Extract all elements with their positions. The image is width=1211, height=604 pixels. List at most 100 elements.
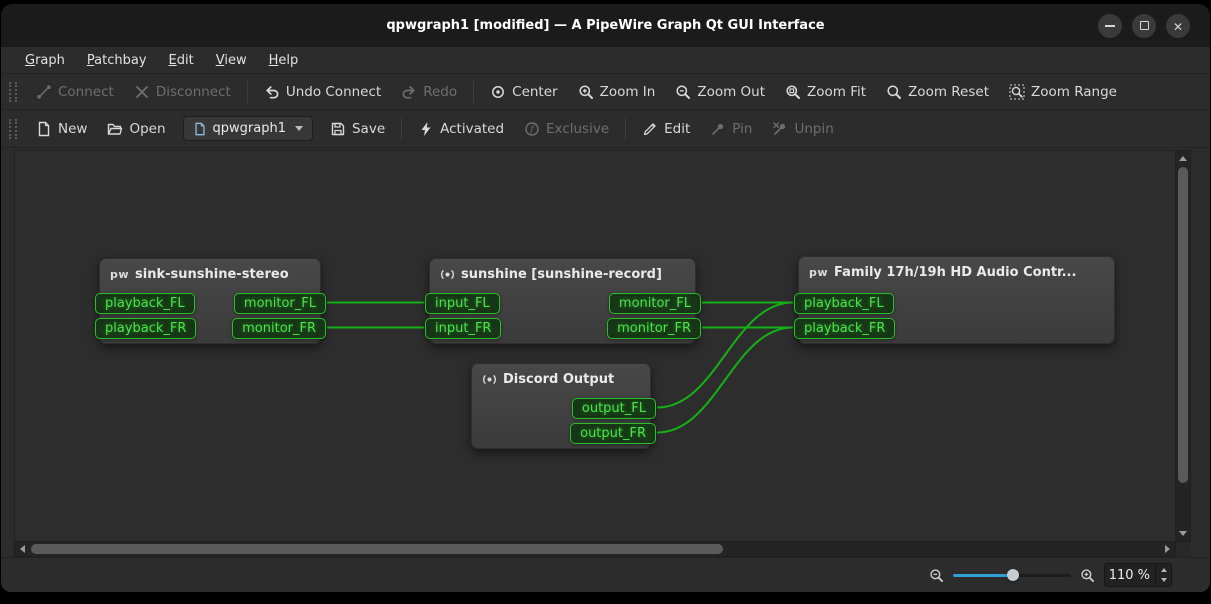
patchbay-toolbar: New Open qpwgraph1 Save Activated f Excl… <box>1 110 1210 148</box>
horizontal-scroll-track[interactable] <box>29 542 1161 556</box>
node-title: Discord Output <box>503 372 614 387</box>
zoom-spinbox[interactable]: 110 % <box>1104 563 1172 587</box>
save-button[interactable]: Save <box>321 115 394 143</box>
menu-patchbay-rest: atchbay <box>94 53 146 68</box>
titlebar[interactable]: qpwgraph1 [modified] — A PipeWire Graph … <box>1 4 1210 47</box>
center-icon <box>490 84 506 100</box>
zoom-out-label: Zoom Out <box>697 84 765 100</box>
graph-toolbar: Connect Disconnect Undo Connect Redo Cen… <box>1 74 1210 110</box>
node-family-hd-audio[interactable]: Family 17h/19h HD Audio Contr... playbac… <box>798 256 1115 344</box>
node-discord-output[interactable]: Discord Output output_FL output_FR <box>471 363 651 449</box>
toolbar-drag-handle[interactable] <box>9 82 17 102</box>
exclusive-button[interactable]: f Exclusive <box>515 115 618 143</box>
record-icon <box>440 267 455 282</box>
zoom-in-icon <box>1080 568 1095 583</box>
zoom-out-icon <box>675 84 691 100</box>
activated-button[interactable]: Activated <box>409 115 513 143</box>
maximize-icon <box>1140 21 1149 30</box>
port-output_FL[interactable]: output_FL <box>572 398 656 419</box>
disconnect-button[interactable]: Disconnect <box>125 78 240 106</box>
save-icon <box>330 121 346 137</box>
graph-canvas[interactable]: sink-sunshine-stereo playback_FL playbac… <box>14 150 1176 542</box>
port-input_FL[interactable]: input_FL <box>425 293 500 314</box>
scroll-right-button[interactable] <box>1161 542 1175 556</box>
menu-help-mnemonic: H <box>269 53 279 68</box>
arrow-down-icon <box>1179 531 1187 540</box>
maximize-button[interactable] <box>1132 14 1156 38</box>
menubar: Graph Patchbay Edit View Help <box>1 47 1210 74</box>
toolbar-drag-handle[interactable] <box>9 119 17 139</box>
menu-patchbay[interactable]: Patchbay <box>77 50 157 71</box>
node-sink-sunshine-stereo[interactable]: sink-sunshine-stereo playback_FL playbac… <box>99 258 321 344</box>
zoom-fit-button[interactable]: Zoom Fit <box>776 78 875 106</box>
connect-label: Connect <box>58 84 114 100</box>
arrow-right-icon <box>1165 545 1174 553</box>
port-playback_FR[interactable]: playback_FR <box>95 318 196 339</box>
edit-label: Edit <box>664 121 690 137</box>
connect-icon <box>36 84 52 100</box>
node-sunshine[interactable]: sunshine [sunshine-record] input_FL inpu… <box>429 258 696 344</box>
horizontal-scroll-thumb[interactable] <box>31 544 723 554</box>
patchbay-select[interactable]: qpwgraph1 <box>183 116 313 141</box>
scroll-up-button[interactable] <box>1176 151 1190 165</box>
scroll-down-button[interactable] <box>1176 527 1190 541</box>
statusbar: 110 % <box>1 557 1210 592</box>
activated-label: Activated <box>440 121 504 137</box>
new-button[interactable]: New <box>27 115 96 143</box>
zoom-spin-down-button[interactable] <box>1156 575 1171 586</box>
unpin-button[interactable]: Unpin <box>763 115 842 143</box>
zoom-reset-button[interactable]: Zoom Reset <box>877 78 998 106</box>
zoom-value: 110 % <box>1105 564 1155 586</box>
port-monitor_FR[interactable]: monitor_FR <box>607 318 701 339</box>
zoom-spin-up-button[interactable] <box>1156 564 1171 575</box>
menu-view-rest: iew <box>224 53 246 68</box>
node-title: sink-sunshine-stereo <box>135 267 289 282</box>
patchbay-select-value: qpwgraph1 <box>213 121 286 136</box>
horizontal-scrollbar[interactable] <box>14 542 1176 557</box>
scrollbar-corner <box>1176 542 1191 557</box>
close-button[interactable] <box>1166 14 1190 38</box>
save-label: Save <box>352 121 385 137</box>
zoom-slider[interactable] <box>953 567 1071 583</box>
menu-edit-mnemonic: E <box>169 53 177 68</box>
menu-graph-rest: raph <box>35 53 65 68</box>
vertical-scroll-thumb[interactable] <box>1178 167 1188 483</box>
menu-help[interactable]: Help <box>259 50 309 71</box>
redo-button[interactable]: Redo <box>392 78 466 106</box>
port-playback_FL[interactable]: playback_FL <box>794 293 894 314</box>
open-button[interactable]: Open <box>98 115 174 143</box>
edit-button[interactable]: Edit <box>633 115 699 143</box>
patchbay-file-icon <box>193 122 207 136</box>
new-file-icon <box>36 121 52 137</box>
menu-view[interactable]: View <box>206 50 257 71</box>
port-playback_FR[interactable]: playback_FR <box>794 318 895 339</box>
center-button[interactable]: Center <box>481 78 566 106</box>
node-title: sunshine [sunshine-record] <box>461 267 662 282</box>
connect-button[interactable]: Connect <box>27 78 123 106</box>
pipewire-icon <box>110 268 129 281</box>
menu-edit[interactable]: Edit <box>159 50 204 71</box>
zoom-range-button[interactable]: Zoom Range <box>1000 78 1126 106</box>
pin-button[interactable]: Pin <box>701 115 761 143</box>
vertical-scrollbar[interactable] <box>1176 150 1191 542</box>
port-output_FR[interactable]: output_FR <box>570 423 656 444</box>
minimize-button[interactable] <box>1098 14 1122 38</box>
port-input_FR[interactable]: input_FR <box>425 318 501 339</box>
exclusive-icon: f <box>524 121 540 137</box>
spin-arrows <box>1155 564 1171 586</box>
menu-graph[interactable]: Graph <box>15 50 75 71</box>
undo-connect-label: Undo Connect <box>286 84 381 100</box>
arrow-left-icon <box>16 545 25 553</box>
node-header: sink-sunshine-stereo <box>100 259 320 286</box>
scroll-left-button[interactable] <box>15 542 29 556</box>
undo-connect-button[interactable]: Undo Connect <box>255 78 390 106</box>
vertical-scroll-track[interactable] <box>1176 165 1190 527</box>
port-monitor_FL[interactable]: monitor_FL <box>234 293 326 314</box>
port-monitor_FR[interactable]: monitor_FR <box>232 318 326 339</box>
zoom-range-label: Zoom Range <box>1031 84 1117 100</box>
zoom-in-button[interactable]: Zoom In <box>569 78 665 106</box>
zoom-slider-handle[interactable] <box>1007 569 1019 581</box>
port-monitor_FL[interactable]: monitor_FL <box>609 293 701 314</box>
port-playback_FL[interactable]: playback_FL <box>95 293 195 314</box>
zoom-out-button[interactable]: Zoom Out <box>666 78 774 106</box>
